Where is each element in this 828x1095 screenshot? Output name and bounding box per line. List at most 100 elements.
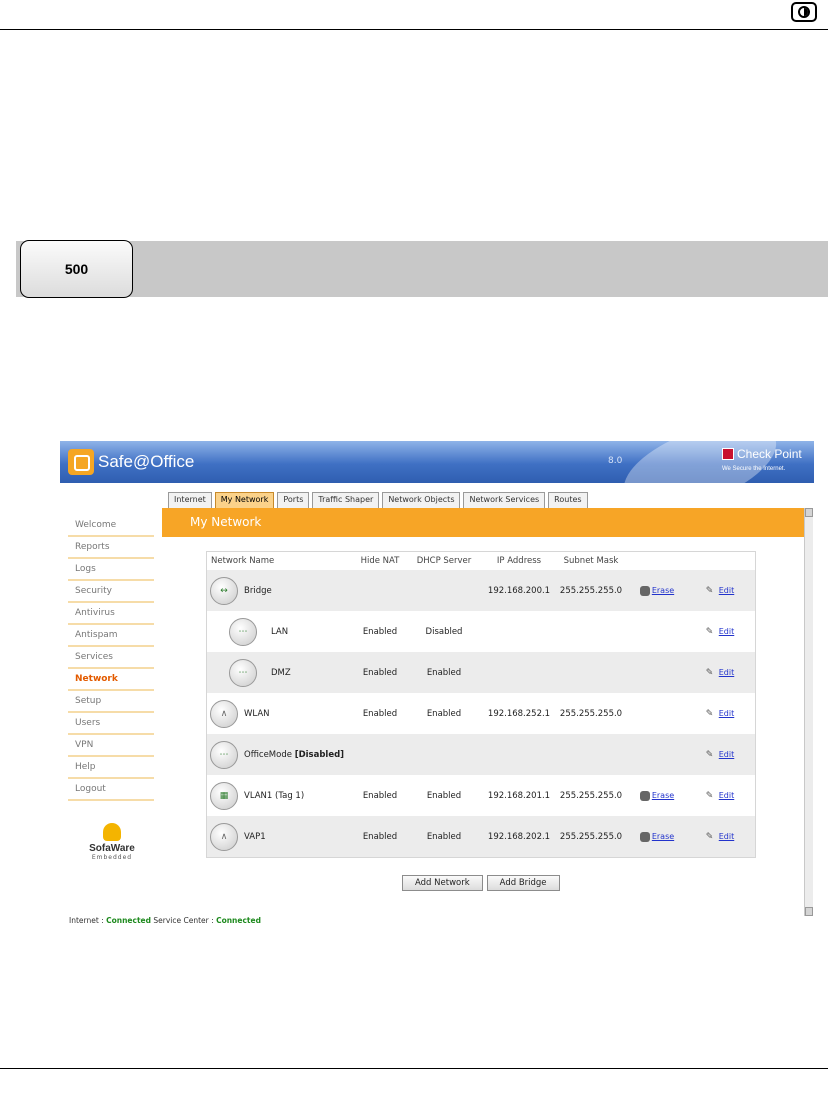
sidebar-item-vpn[interactable]: VPN: [68, 735, 154, 757]
sidebar-item-antispam[interactable]: Antispam: [68, 625, 154, 647]
network-table: Network Name Hide NAT DHCP Server IP Add…: [206, 551, 756, 858]
sidebar-item-security[interactable]: Security: [68, 581, 154, 603]
sidebar-item-welcome[interactable]: Welcome: [68, 515, 154, 537]
hide-nat-value: Enabled: [362, 626, 398, 637]
checkpoint-name: Check Point: [737, 447, 802, 461]
mask-value: 255.255.255.0: [559, 708, 623, 719]
pencil-icon[interactable]: ✎: [706, 791, 717, 801]
table-row: ⋯ LAN Enabled Disabled ✎ Edit: [207, 611, 755, 652]
dhcp-value: Disabled: [425, 626, 463, 637]
page-title: My Network: [190, 515, 262, 529]
header-ip-address: IP Address: [496, 556, 542, 566]
wireless-icon: ∧: [210, 699, 238, 728]
pencil-icon[interactable]: ✎: [706, 586, 717, 596]
sidebar-item-users[interactable]: Users: [68, 713, 154, 735]
sofaware-brand-sub: Embedded: [91, 854, 133, 861]
network-name: VAP1: [244, 831, 266, 842]
header-dhcp-server: DHCP Server: [416, 556, 472, 566]
edit-link[interactable]: Edit: [719, 832, 735, 841]
sidebar-item-setup[interactable]: Setup: [68, 691, 154, 713]
action-buttons: Add Network Add Bridge: [402, 875, 560, 891]
erase-link[interactable]: Erase: [652, 791, 674, 800]
table-row: ⋯ DMZ Enabled Enabled ✎ Edit: [207, 652, 755, 693]
erase-link[interactable]: Erase: [652, 586, 674, 595]
dhcp-value: Enabled: [426, 667, 462, 678]
sidebar-item-help[interactable]: Help: [68, 757, 154, 779]
trash-icon[interactable]: [639, 790, 650, 801]
mask-value: 255.255.255.0: [559, 831, 623, 842]
officemode-icon: ⋯: [210, 740, 238, 769]
scrollbar[interactable]: [804, 508, 813, 916]
hide-nat-value: Enabled: [362, 831, 398, 842]
edit-link[interactable]: Edit: [719, 750, 735, 759]
add-bridge-button[interactable]: Add Bridge: [486, 875, 560, 891]
tab-network-services[interactable]: Network Services: [463, 492, 546, 508]
bottom-rule: [0, 1068, 828, 1069]
header-network-name: Network Name: [211, 556, 275, 566]
dhcp-value: Enabled: [426, 790, 462, 801]
table-row: ⋯ OfficeMode [Disabled] ✎ Edit: [207, 734, 755, 775]
erase-link[interactable]: Erase: [652, 832, 674, 841]
trash-icon[interactable]: [639, 585, 650, 596]
wireless-icon: ∧: [210, 822, 238, 851]
ip-value: 192.168.200.1: [487, 585, 551, 596]
pencil-icon[interactable]: ✎: [706, 832, 717, 842]
ip-value: 192.168.202.1: [487, 831, 551, 842]
pencil-icon[interactable]: ✎: [706, 668, 717, 678]
header-subnet-mask: Subnet Mask: [563, 556, 619, 566]
dmz-icon: ⋯: [229, 658, 257, 687]
network-name: LAN: [271, 626, 289, 637]
pencil-icon[interactable]: ✎: [706, 750, 717, 760]
mask-value: 255.255.255.0: [559, 790, 623, 801]
network-name: Bridge: [244, 585, 272, 596]
edit-link[interactable]: Edit: [719, 709, 735, 718]
checkpoint-logo: Check Point We Secure the Internet.: [722, 447, 806, 477]
table-header: Network Name Hide NAT DHCP Server IP Add…: [207, 552, 755, 570]
bridge-icon: ↔: [210, 576, 238, 605]
edit-link[interactable]: Edit: [719, 668, 735, 677]
trash-icon[interactable]: [639, 831, 650, 842]
model-badge: 500: [20, 240, 133, 298]
tab-traffic-shaper[interactable]: Traffic Shaper: [312, 492, 380, 508]
tab-routes[interactable]: Routes: [548, 492, 588, 508]
table-row: ▦ VLAN1 (Tag 1) Enabled Enabled 192.168.…: [207, 775, 755, 816]
status-bar: Internet : Connected Service Center : Co…: [69, 916, 261, 925]
hide-nat-value: Enabled: [362, 708, 398, 719]
sidebar-item-antivirus[interactable]: Antivirus: [68, 603, 154, 625]
vlan-icon: ▦: [210, 781, 238, 810]
sidebar: Welcome Reports Logs Security Antivirus …: [68, 515, 154, 801]
header-hide-nat: Hide NAT: [360, 556, 400, 566]
tab-network-objects[interactable]: Network Objects: [382, 492, 461, 508]
top-rule: [0, 29, 828, 30]
sidebar-item-reports[interactable]: Reports: [68, 537, 154, 559]
network-name: WLAN: [244, 708, 270, 719]
ip-value: 192.168.201.1: [487, 790, 551, 801]
tab-internet[interactable]: Internet: [168, 492, 212, 508]
app-logo-text: Safe@Office: [98, 452, 195, 471]
pencil-icon[interactable]: ✎: [706, 709, 717, 719]
scroll-down-icon[interactable]: [805, 907, 813, 916]
edit-link[interactable]: Edit: [719, 627, 735, 636]
tab-my-network[interactable]: My Network: [214, 492, 275, 508]
tab-ports[interactable]: Ports: [277, 492, 310, 508]
app-version: 8.0: [608, 456, 623, 466]
sidebar-item-network[interactable]: Network: [68, 669, 154, 691]
add-network-button[interactable]: Add Network: [402, 875, 483, 891]
edit-link[interactable]: Edit: [719, 586, 735, 595]
table-row: ↔ Bridge 192.168.200.1 255.255.255.0 Era…: [207, 570, 755, 611]
internet-status-value: Connected: [106, 916, 152, 925]
sofaware-mascot-icon: [103, 823, 121, 841]
sidebar-item-logs[interactable]: Logs: [68, 559, 154, 581]
edit-link[interactable]: Edit: [719, 791, 735, 800]
contrast-icon: [791, 2, 817, 22]
network-name: OfficeMode [Disabled]: [244, 749, 345, 760]
pencil-icon[interactable]: ✎: [706, 627, 717, 637]
scroll-up-icon[interactable]: [805, 508, 813, 517]
checkpoint-tagline: We Secure the Internet.: [722, 466, 786, 472]
service-center-value: Connected: [216, 916, 261, 925]
sidebar-item-logout[interactable]: Logout: [68, 779, 154, 801]
screenshot: Safe@Office 8.0 Check Point We Secure th…: [60, 441, 814, 928]
sidebar-item-services[interactable]: Services: [68, 647, 154, 669]
section-band: [16, 241, 828, 297]
app-header: Safe@Office 8.0 Check Point We Secure th…: [60, 441, 814, 527]
